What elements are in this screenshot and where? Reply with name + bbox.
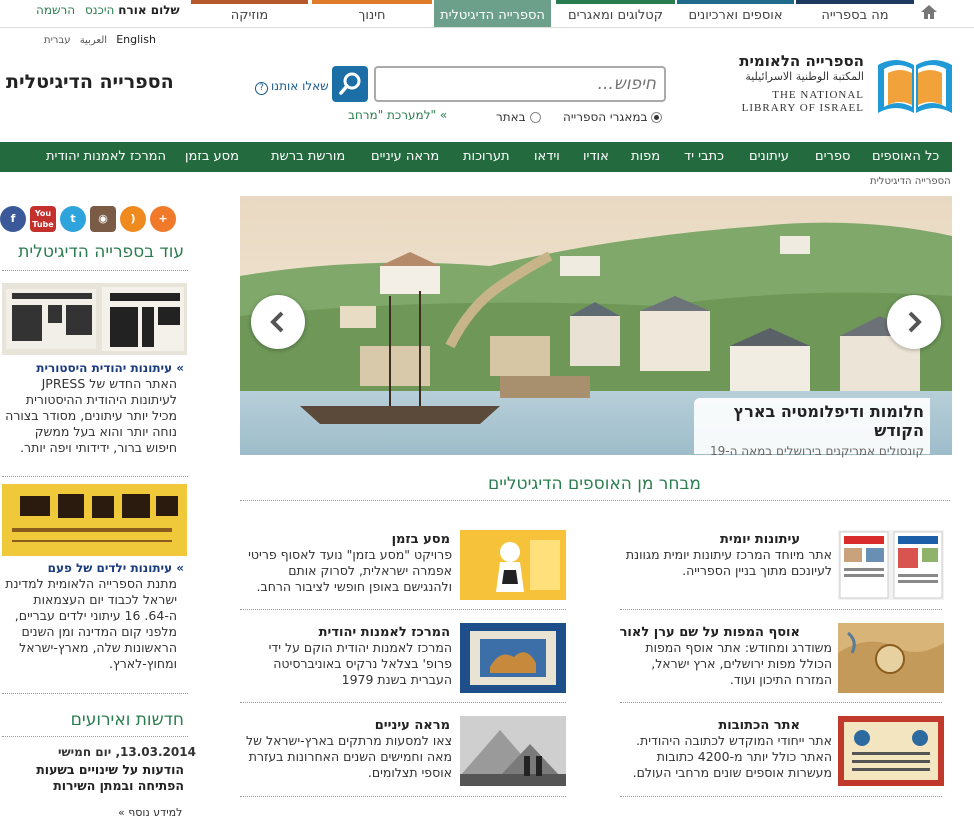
search-button[interactable] [332, 66, 368, 102]
card-maps-title[interactable]: אוסף המפות על שם ערן לאור [620, 625, 800, 640]
card-maps-text: משודרג ומחודש: אתר אוסף המפות הכולל מפות… [645, 640, 832, 687]
card-daily-press-text: אתר מיוחד המרכז עיתונות יומית מגוונת לעי… [625, 547, 832, 578]
eye-view-thumbnail[interactable] [460, 716, 566, 786]
twitter-icon[interactable]: t [60, 206, 86, 232]
daily-press-thumbnail[interactable] [838, 530, 944, 600]
logo-english-2: LIBRARY OF ISRAEL [741, 102, 864, 114]
logo-arabic: المكتبة الوطنية الاسرائيلية [745, 70, 864, 83]
jewish-art-thumbnail[interactable] [460, 623, 566, 693]
tab-digital-library[interactable]: הספרייה הדיגיטלית [434, 0, 551, 27]
nav-exhibitions[interactable]: תערוכות [463, 149, 510, 164]
card-daily-press-title[interactable]: עיתונות יומית [720, 532, 800, 547]
jpress-thumbnail[interactable] [2, 283, 187, 355]
card-time-travel-text: פרויקט "מסע בזמן" נועד לאסוף פריטי אפמרה… [248, 547, 452, 594]
breadcrumb[interactable]: הספרייה הדיגיטלית [870, 176, 951, 187]
ask-us-link[interactable]: ? שאלו אותנו [255, 79, 329, 95]
tab-whats-in-library[interactable]: מה בספרייה [796, 0, 914, 27]
kids-newspaper-thumbnail[interactable] [2, 484, 187, 556]
time-travel-thumbnail[interactable] [460, 530, 566, 600]
facebook-icon[interactable]: f [0, 206, 26, 232]
card-eye-view-title[interactable]: מראה עיניים [375, 718, 450, 733]
logo-english-1: THE NATIONAL [772, 89, 864, 101]
plus-icon[interactable]: + [150, 206, 176, 232]
section-title: מבחר מן האוספים הדיגיטליים [488, 474, 701, 494]
lang-english[interactable]: English [116, 33, 156, 46]
instagram-icon[interactable]: ◉ [90, 206, 116, 232]
sidebar-heading: עוד בספרייה הדיגיטלית [18, 242, 184, 262]
lang-hebrew[interactable]: עברית [44, 35, 71, 46]
radio-selected-icon [651, 112, 663, 123]
nav-jewish-art-center[interactable]: המרכז לאמנות יהודית [46, 149, 166, 164]
sidebar-item-jpress-title[interactable]: עיתונות יהודית היסטורית « [36, 361, 184, 375]
library-logo-text[interactable]: הספרייה הלאומית المكتبة الوطنية الاسرائي… [738, 52, 864, 115]
youtube-icon[interactable]: You Tube [30, 206, 56, 232]
lang-arabic[interactable]: العربية [80, 35, 107, 46]
nav-video[interactable]: וידאו [534, 149, 560, 164]
maps-collection-thumbnail[interactable] [838, 623, 944, 693]
rss-icon[interactable]: ) [120, 206, 146, 232]
radio-empty-icon [529, 112, 541, 123]
card-jewish-art-text: המרכז לאמנות יהודית הוקם על ידי פרופ' בצ… [268, 640, 452, 687]
tab-education[interactable]: חינוך [312, 0, 432, 27]
card-time-travel-title[interactable]: מסע בזמן [392, 532, 450, 547]
language-switcher: العربية עברית English [44, 33, 162, 46]
news-title[interactable]: הודעות על שינויים בשעות הפתיחה ובמתן השי… [4, 762, 184, 794]
hero-subtitle: קונסולים אמריקנים בירושלים במאה ה-19 [710, 444, 924, 458]
chevron-left-icon [270, 311, 284, 333]
radio-library-archives[interactable]: במאגרי הספרייה [563, 110, 663, 124]
nav-heritage-online[interactable]: מורשת ברשת [271, 149, 345, 164]
login-link[interactable]: היכנס [85, 3, 114, 17]
logo-hebrew: הספרייה הלאומית [739, 52, 864, 70]
home-icon[interactable] [920, 4, 938, 20]
ask-us-label: שאלו אותנו [271, 79, 329, 93]
card-jewish-art-title[interactable]: המרכז לאמנות יהודית [319, 625, 450, 640]
news-heading: חדשות ואירועים [70, 710, 184, 730]
news-date: 13.03.2014, יום חמישי [58, 745, 196, 759]
nav-maps[interactable]: מפות [631, 149, 660, 164]
main-nav: כל האוספים ספרים עיתונים כתבי יד מפות או… [0, 142, 952, 172]
hero-title: חלומות ודיפלומטיה בארץ הקודש [733, 402, 924, 440]
sidebar-item-kids-title[interactable]: עיתונות ילדים של פעם « [48, 561, 184, 575]
card-ketubah-title[interactable]: אתר הכתובות [718, 718, 800, 733]
nav-audio[interactable]: אודיו [583, 149, 609, 164]
nav-manuscripts[interactable]: כתבי יד [684, 149, 724, 164]
question-icon: ? [255, 82, 268, 95]
search-icon [339, 72, 361, 95]
sidebar-item-kids-text: מתנת הספרייה הלאומית למדינת ישראל לכבוד … [5, 576, 177, 671]
hero-prev-button[interactable] [251, 295, 305, 349]
merhav-link[interactable]: למערכת "מרחב" « [348, 108, 447, 122]
tab-catalogs[interactable]: קטלוגים ומאגרים [556, 0, 675, 27]
radio-site[interactable]: באתר [496, 110, 541, 124]
nav-books[interactable]: ספרים [815, 149, 850, 164]
ketubah-thumbnail[interactable] [838, 716, 944, 786]
hero-caption[interactable]: חלומות ודיפלומטיה בארץ הקודש קונסולים אמ… [694, 398, 930, 458]
site-title: הספרייה הדיגיטלית [6, 71, 174, 93]
nav-newspapers[interactable]: עיתונים [749, 149, 789, 164]
radio-site-label: באתר [496, 110, 526, 124]
register-link[interactable]: הרשמה [36, 3, 75, 17]
nav-time-travel[interactable]: מסע בזמן [185, 149, 239, 164]
radio-library-label: במאגרי הספרייה [563, 110, 648, 124]
search-input[interactable] [376, 68, 664, 100]
search-box [374, 66, 666, 102]
book-logo-icon[interactable] [876, 55, 954, 115]
card-eye-view-text: צאו למסעות מרתקים בארץ-ישראל של מאה וחמי… [246, 733, 452, 780]
tab-music[interactable]: מוזיקה [191, 0, 308, 27]
news-more-link[interactable]: למידע נוסף » [118, 806, 182, 816]
hero-next-button[interactable] [887, 295, 941, 349]
card-ketubah-text: אתר ייחודי המוקדש לכתובה היהודית. האתר כ… [632, 733, 832, 780]
nav-all-collections[interactable]: כל האוספים [872, 149, 939, 164]
sidebar-item-jpress-text: האתר החדש של JPRESS לעיתונות היהודית ההי… [5, 376, 177, 455]
nav-eye-view[interactable]: מראה עיניים [371, 149, 439, 164]
top-bar: מה בספרייה אוספים וארכיונים קטלוגים ומאג… [0, 0, 974, 28]
tab-collections[interactable]: אוספים וארכיונים [677, 0, 794, 27]
chevron-right-icon [908, 311, 922, 333]
greeting: שלום אורח היכנס הרשמה [30, 3, 180, 17]
greeting-hello: שלום אורח [118, 3, 180, 17]
